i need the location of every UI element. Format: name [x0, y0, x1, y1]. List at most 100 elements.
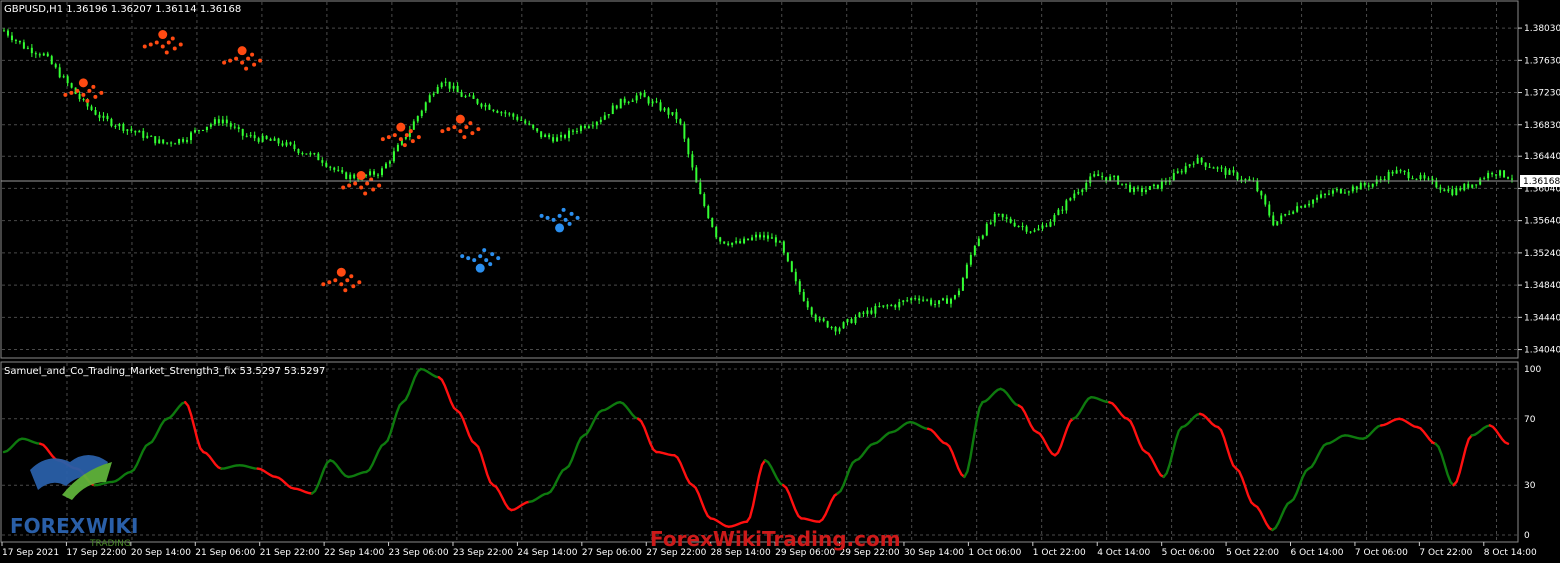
candle-body: [209, 124, 212, 127]
price-tick-label: 1.34040: [1524, 346, 1560, 356]
candle-body: [1419, 175, 1422, 180]
signal-dot: [172, 46, 177, 51]
candle-body: [1379, 179, 1382, 181]
time-tick-label: 17 Sep 22:00: [66, 548, 126, 558]
candle-body: [1029, 231, 1032, 233]
candle-body: [874, 306, 877, 314]
candle-body: [1013, 222, 1016, 227]
signal-dot: [333, 278, 338, 283]
candle-body: [802, 291, 805, 302]
candle-body: [1200, 157, 1203, 163]
candle-body: [500, 112, 503, 114]
candle-body: [317, 153, 320, 161]
candle-body: [906, 300, 909, 302]
signal-dot: [380, 137, 385, 142]
time-tick-label: 7 Oct 06:00: [1355, 548, 1408, 558]
candle-body: [126, 129, 129, 131]
candle-body: [536, 128, 539, 132]
candle-body: [826, 321, 829, 328]
candle-body: [412, 121, 415, 130]
time-tick-label: 24 Sep 14:00: [517, 548, 577, 558]
signal-dot-large: [455, 114, 465, 124]
candle-body: [98, 114, 101, 118]
candle-body: [476, 98, 479, 104]
candle-body: [333, 167, 336, 170]
signal-dot: [246, 56, 251, 61]
candle-body: [70, 83, 73, 88]
candle-body: [1256, 181, 1259, 192]
site-watermark: ForexWikiTrading.com: [650, 527, 901, 551]
signal-dot: [575, 215, 580, 220]
signal-dot: [478, 254, 483, 259]
candle-body: [810, 307, 813, 315]
candle-body: [460, 92, 463, 97]
candle-body: [1391, 171, 1394, 174]
candle-body: [667, 108, 670, 115]
candle-body: [735, 241, 738, 243]
candle-body: [134, 130, 137, 133]
signal-dot: [258, 58, 263, 63]
time-tick-label: 22 Sep 14:00: [324, 548, 384, 558]
signal-dot: [452, 125, 457, 130]
candle-body: [130, 129, 133, 131]
candle-body: [942, 298, 945, 301]
time-tick-label: 21 Sep 06:00: [195, 548, 255, 558]
trading-chart[interactable]: 1.36168 1.380301.376301.372301.368301.36…: [0, 0, 1560, 563]
candle-body: [1447, 189, 1450, 192]
candle-body: [711, 218, 714, 228]
candle-body: [1208, 166, 1211, 168]
candle-body: [1216, 167, 1219, 169]
candle-body: [404, 136, 407, 139]
candle-body: [1423, 175, 1426, 179]
candle-body: [245, 135, 248, 137]
signal-dot: [234, 56, 239, 61]
signal-dot: [466, 256, 471, 261]
candle-body: [1025, 226, 1028, 232]
candle-body: [309, 153, 312, 155]
candle-body: [818, 318, 821, 321]
price-tick-label: 1.37230: [1524, 89, 1560, 99]
signal-dot: [482, 248, 487, 253]
time-tick-label: 23 Sep 22:00: [453, 548, 513, 558]
candle-body: [1049, 221, 1052, 227]
signal-dot: [386, 135, 391, 140]
candle-body: [1347, 191, 1350, 193]
indicator-header: Samuel_and_Co_Trading_Market_Strength3_f…: [4, 366, 325, 377]
candle-body: [436, 87, 439, 94]
candle-body: [564, 134, 567, 138]
price-tick-label: 1.36830: [1524, 121, 1560, 131]
candle-body: [345, 172, 348, 179]
candle-body: [571, 130, 574, 132]
signal-dot-large: [336, 267, 346, 277]
candle-body: [1296, 206, 1299, 212]
candle-body: [1113, 175, 1116, 177]
candle-body: [914, 298, 917, 300]
candle-body: [66, 76, 69, 84]
candle-body: [384, 163, 387, 169]
signal-dot: [408, 129, 413, 134]
candle-body: [619, 98, 622, 109]
signal-dot: [468, 121, 473, 126]
candle-body: [643, 92, 646, 98]
signal-dot-large: [158, 30, 168, 40]
candle-body: [1403, 170, 1406, 173]
candle-body: [758, 234, 761, 238]
time-tick-label: 23 Sep 06:00: [389, 548, 449, 558]
candle-body: [182, 139, 185, 142]
candle-body: [1129, 184, 1132, 192]
candle-body: [1276, 221, 1279, 226]
candle-body: [26, 47, 29, 49]
candle-body: [663, 108, 666, 111]
candle-body: [703, 194, 706, 207]
time-tick-label: 30 Sep 14:00: [904, 548, 964, 558]
candle-body: [1320, 194, 1323, 198]
candle-body: [1431, 178, 1434, 181]
candle-body: [1105, 177, 1108, 181]
candle-body: [1491, 172, 1494, 175]
signal-dot: [563, 217, 568, 222]
candle-body: [1455, 188, 1458, 196]
candle-body: [186, 140, 189, 142]
candle-body: [1443, 189, 1446, 192]
candle-body: [46, 53, 49, 57]
candle-body: [1184, 166, 1187, 173]
